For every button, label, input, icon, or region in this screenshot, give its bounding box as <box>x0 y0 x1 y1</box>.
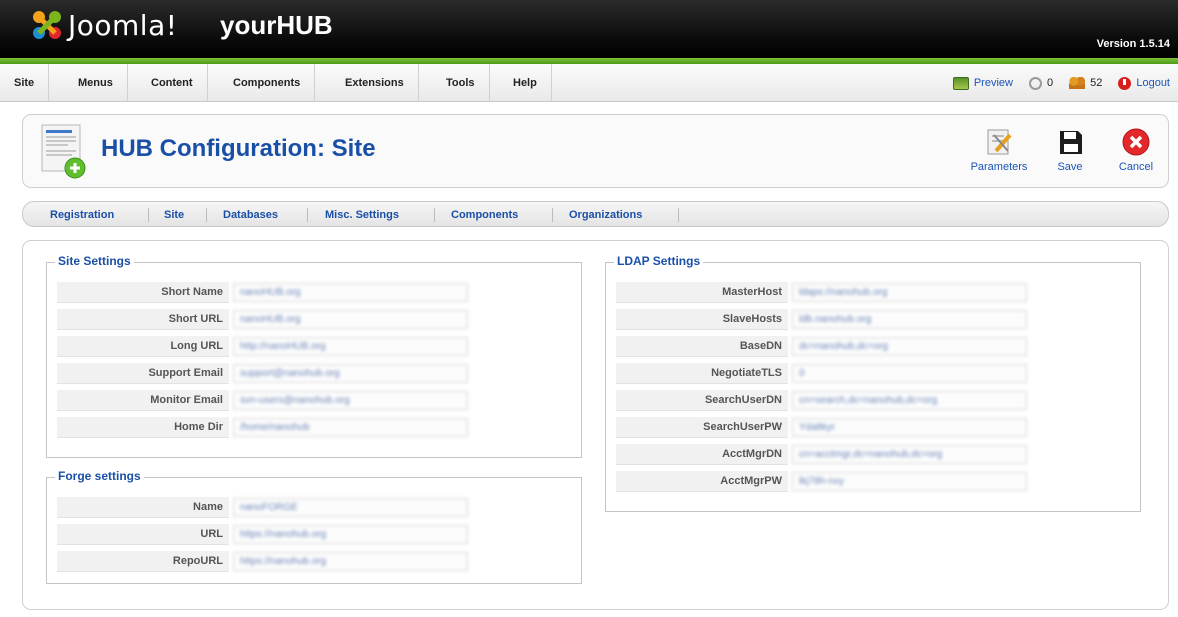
version-label: Version 1.5.14 <box>1096 38 1170 50</box>
users-count: 52 <box>1090 77 1103 89</box>
field-label: Monitor Email <box>57 390 229 411</box>
page-title: HUB Configuration: Site <box>101 135 376 162</box>
submenu-separator <box>206 208 207 222</box>
forge-name-input[interactable]: nanoFORGE <box>233 498 468 517</box>
tab-organizations[interactable]: Organizations <box>569 202 642 228</box>
tab-databases[interactable]: Databases <box>223 202 278 228</box>
submenu-separator <box>307 208 308 222</box>
submenu-separator <box>148 208 149 222</box>
messages-indicator[interactable]: 0 <box>1028 64 1054 102</box>
menu-tools[interactable]: Tools <box>432 64 490 102</box>
site-settings-fieldset: Site Settings Short Name nanoHUB.org Sho… <box>46 254 582 458</box>
parameters-icon <box>987 129 1012 155</box>
master-host-input[interactable]: ldaps://nanohub.org <box>792 283 1027 302</box>
field-label: NegotiateTLS <box>616 363 788 384</box>
admin-menubar: Site Menus Content Components Extensions… <box>0 64 1178 102</box>
field-label: AcctMgrPW <box>616 471 788 492</box>
menu-menus[interactable]: Menus <box>64 64 128 102</box>
joomla-logo-icon <box>33 11 61 39</box>
site-settings-legend: Site Settings <box>55 254 134 268</box>
acct-mgr-dn-input[interactable]: cn=acctmgr,dc=nanohub,dc=org <box>792 445 1027 464</box>
save-icon <box>1060 131 1082 154</box>
field-label: Name <box>57 497 229 518</box>
parameters-button[interactable]: Parameters <box>968 127 1030 173</box>
field-label: URL <box>57 524 229 545</box>
field-label: Support Email <box>57 363 229 384</box>
field-label: RepoURL <box>57 551 229 572</box>
tab-components[interactable]: Components <box>451 202 518 228</box>
messages-icon <box>1028 76 1042 90</box>
admin-header: Joomla! yourHUB Version 1.5.14 <box>0 0 1178 58</box>
users-icon <box>1069 77 1086 89</box>
logout-label: Logout <box>1136 77 1170 89</box>
submenu-separator <box>434 208 435 222</box>
search-user-pw-input[interactable]: Ydaltkyr <box>792 418 1027 437</box>
monitor-email-input[interactable]: svn-users@nanohub.org <box>233 391 468 410</box>
config-page-icon <box>41 124 86 179</box>
cancel-label: Cancel <box>1118 161 1154 173</box>
menu-help[interactable]: Help <box>499 64 552 102</box>
cancel-button[interactable]: Cancel <box>1105 127 1167 173</box>
slave-hosts-input[interactable]: ldb.nanohub.org <box>792 310 1027 329</box>
base-dn-input[interactable]: dc=nanohub,dc=org <box>792 337 1027 356</box>
field-label: Short URL <box>57 309 229 330</box>
acct-mgr-pw-input[interactable]: lkj78h-nxy <box>792 472 1027 491</box>
preview-label: Preview <box>973 77 1013 89</box>
forge-url-input[interactable]: https://nanohub.org <box>233 525 468 544</box>
site-name: yourHUB <box>220 10 333 40</box>
submenu-separator <box>678 208 679 222</box>
submenu-separator <box>552 208 553 222</box>
menu-components[interactable]: Components <box>219 64 316 102</box>
parameters-label: Parameters <box>970 161 1028 173</box>
menu-extensions[interactable]: Extensions <box>331 64 419 102</box>
menu-content[interactable]: Content <box>137 64 208 102</box>
users-indicator[interactable]: 52 <box>1069 64 1102 102</box>
long-url-input[interactable]: http://nanoHUB.org <box>233 337 468 356</box>
cancel-icon <box>1122 128 1150 156</box>
support-email-input[interactable]: support@nanohub.org <box>233 364 468 383</box>
ldap-settings-fieldset: LDAP Settings MasterHost ldaps://nanohub… <box>605 254 1141 512</box>
field-label: MasterHost <box>616 282 788 303</box>
field-label: Short Name <box>57 282 229 303</box>
field-label: Long URL <box>57 336 229 357</box>
brand-name: Joomla! <box>68 9 178 42</box>
status-area: Preview 0 52 Logout <box>952 64 1170 102</box>
messages-count: 0 <box>1046 77 1054 89</box>
field-label: SlaveHosts <box>616 309 788 330</box>
field-label: BaseDN <box>616 336 788 357</box>
forge-repo-url-input[interactable]: https://nanohub.org <box>233 552 468 571</box>
tab-site[interactable]: Site <box>164 202 184 228</box>
preview-icon <box>952 76 969 90</box>
short-name-input[interactable]: nanoHUB.org <box>233 283 468 302</box>
preview-link[interactable]: Preview <box>952 64 1013 102</box>
save-label: Save <box>1057 161 1083 173</box>
field-label: SearchUserPW <box>616 417 788 438</box>
config-submenu: Registration Site Databases Misc. Settin… <box>22 201 1169 227</box>
field-label: AcctMgrDN <box>616 444 788 465</box>
toolbar-box: HUB Configuration: Site Parameters Save … <box>22 114 1169 188</box>
forge-settings-fieldset: Forge settings Name nanoFORGE URL https:… <box>46 469 582 584</box>
logout-link[interactable]: Logout <box>1118 64 1170 102</box>
short-url-input[interactable]: nanoHUB.org <box>233 310 468 329</box>
ldap-settings-legend: LDAP Settings <box>614 254 704 268</box>
tab-registration[interactable]: Registration <box>50 202 114 228</box>
field-label: Home Dir <box>57 417 229 438</box>
forge-settings-legend: Forge settings <box>55 469 144 483</box>
tab-misc-settings[interactable]: Misc. Settings <box>325 202 399 228</box>
logout-icon <box>1118 76 1132 90</box>
menu-site[interactable]: Site <box>0 64 50 102</box>
settings-panel: Site Settings Short Name nanoHUB.org Sho… <box>22 240 1169 610</box>
field-label: SearchUserDN <box>616 390 788 411</box>
save-button[interactable]: Save <box>1039 127 1101 173</box>
search-user-dn-input[interactable]: cn=search,dc=nanohub,dc=org <box>792 391 1027 410</box>
home-dir-input[interactable]: /home/nanohub <box>233 418 468 437</box>
negotiate-tls-input[interactable]: 0 <box>792 364 1027 383</box>
